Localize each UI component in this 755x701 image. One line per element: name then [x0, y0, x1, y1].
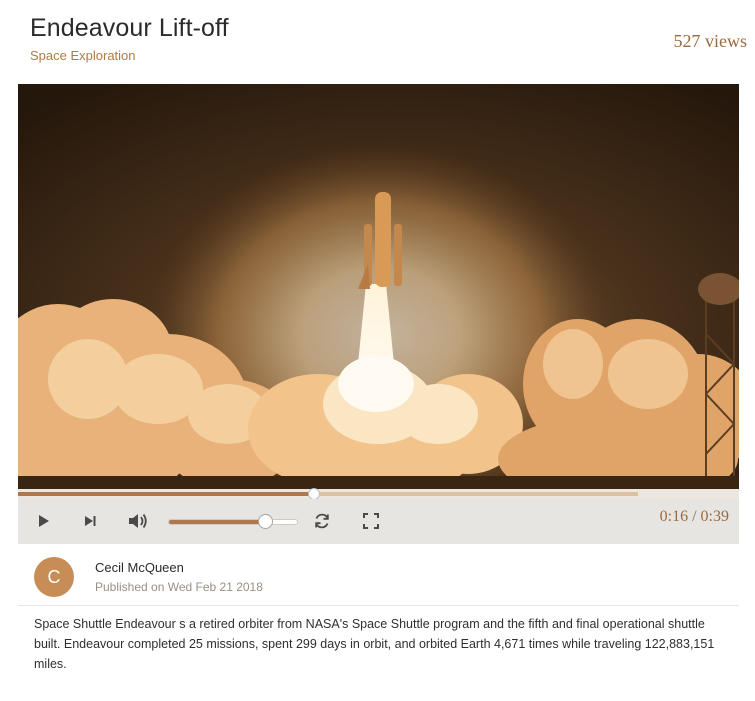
divider: [18, 605, 739, 606]
avatar[interactable]: C: [34, 557, 74, 597]
volume-icon: [129, 513, 147, 529]
video-title: Endeavour Lift-off: [30, 14, 229, 42]
view-count: 527 views: [673, 31, 748, 51]
video-description: Space Shuttle Endeavour s a retired orbi…: [34, 617, 715, 671]
volume-button[interactable]: [128, 511, 148, 531]
fullscreen-button[interactable]: [361, 511, 381, 531]
progress-played: [18, 492, 314, 496]
video-category[interactable]: Space Exploration: [30, 48, 136, 63]
loop-button[interactable]: [312, 511, 332, 531]
control-bar: 0:16 / 0:39: [18, 499, 739, 544]
play-button[interactable]: [33, 511, 53, 531]
play-icon: [39, 515, 49, 527]
volume-thumb[interactable]: [258, 514, 274, 529]
shuttle-launch-image: [18, 84, 739, 489]
skip-next-icon: [85, 516, 96, 526]
loop-icon: [315, 513, 329, 529]
fullscreen-icon: [363, 513, 379, 529]
author-name[interactable]: Cecil McQueen: [95, 560, 184, 575]
next-button[interactable]: [80, 511, 100, 531]
volume-level: [169, 520, 267, 524]
volume-slider[interactable]: [168, 514, 298, 529]
progress-bar[interactable]: [18, 488, 739, 500]
publish-date: Published on Wed Feb 21 2018: [95, 580, 263, 594]
video-player[interactable]: [18, 84, 739, 489]
time-display: 0:16 / 0:39: [659, 508, 729, 525]
